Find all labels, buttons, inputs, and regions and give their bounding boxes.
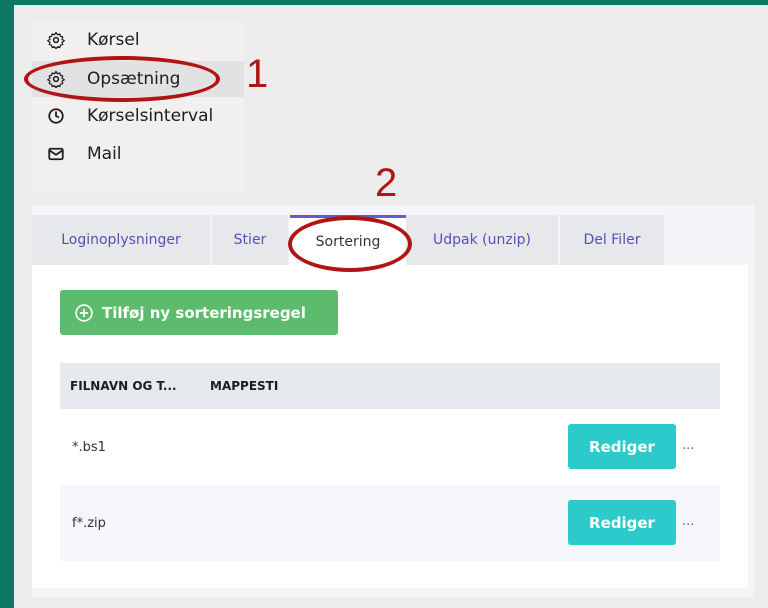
menu-item-label: Mail [87, 144, 122, 164]
tab-content: Tilføj ny sorteringsregel FILNAVN OG T..… [32, 265, 748, 588]
table-row: *.bs1 Rediger ... [60, 409, 720, 485]
column-header-filename[interactable]: FILNAVN OG T... [70, 379, 210, 393]
annotation-oval-2 [288, 216, 412, 272]
more-options[interactable]: ... [682, 514, 694, 529]
edit-button[interactable]: Rediger [568, 500, 676, 545]
annotation-number-1: 1 [246, 52, 269, 96]
menu-item-korsel[interactable]: Kørsel [32, 22, 244, 58]
menu-item-mail[interactable]: Mail [32, 136, 244, 172]
annotation-oval-1 [24, 56, 220, 102]
menu-item-label: Kørselsinterval [87, 106, 214, 126]
plus-circle-icon [74, 303, 94, 323]
mail-icon [46, 144, 66, 164]
tab-udpak[interactable]: Udpak (unzip) [406, 215, 558, 265]
sort-rules-table: FILNAVN OG T... MAPPESTI *.bs1 Rediger .… [60, 363, 720, 561]
add-sort-rule-label: Tilføj ny sorteringsregel [102, 303, 306, 322]
clock-icon [46, 106, 66, 126]
tab-stier[interactable]: Stier [212, 215, 288, 265]
tab-loginoplysninger[interactable]: Loginoplysninger [32, 215, 210, 265]
gear-icon [46, 30, 66, 50]
tab-del-filer[interactable]: Del Filer [560, 215, 664, 265]
table-header: FILNAVN OG T... MAPPESTI [60, 363, 720, 409]
add-sort-rule-button[interactable]: Tilføj ny sorteringsregel [60, 290, 338, 335]
edit-button[interactable]: Rediger [568, 424, 676, 469]
settings-menu: Kørsel Opsætning Kørselsinterval Mail [32, 22, 244, 192]
annotation-number-2: 2 [375, 161, 398, 205]
filename-cell: f*.zip [72, 515, 106, 531]
table-row: f*.zip Rediger ... [60, 485, 720, 561]
menu-item-korselsinterval[interactable]: Kørselsinterval [32, 98, 244, 134]
more-options[interactable]: ... [682, 438, 694, 453]
column-header-folder[interactable]: MAPPESTI [210, 379, 278, 393]
filename-cell: *.bs1 [72, 439, 106, 455]
menu-item-label: Kørsel [87, 30, 140, 50]
